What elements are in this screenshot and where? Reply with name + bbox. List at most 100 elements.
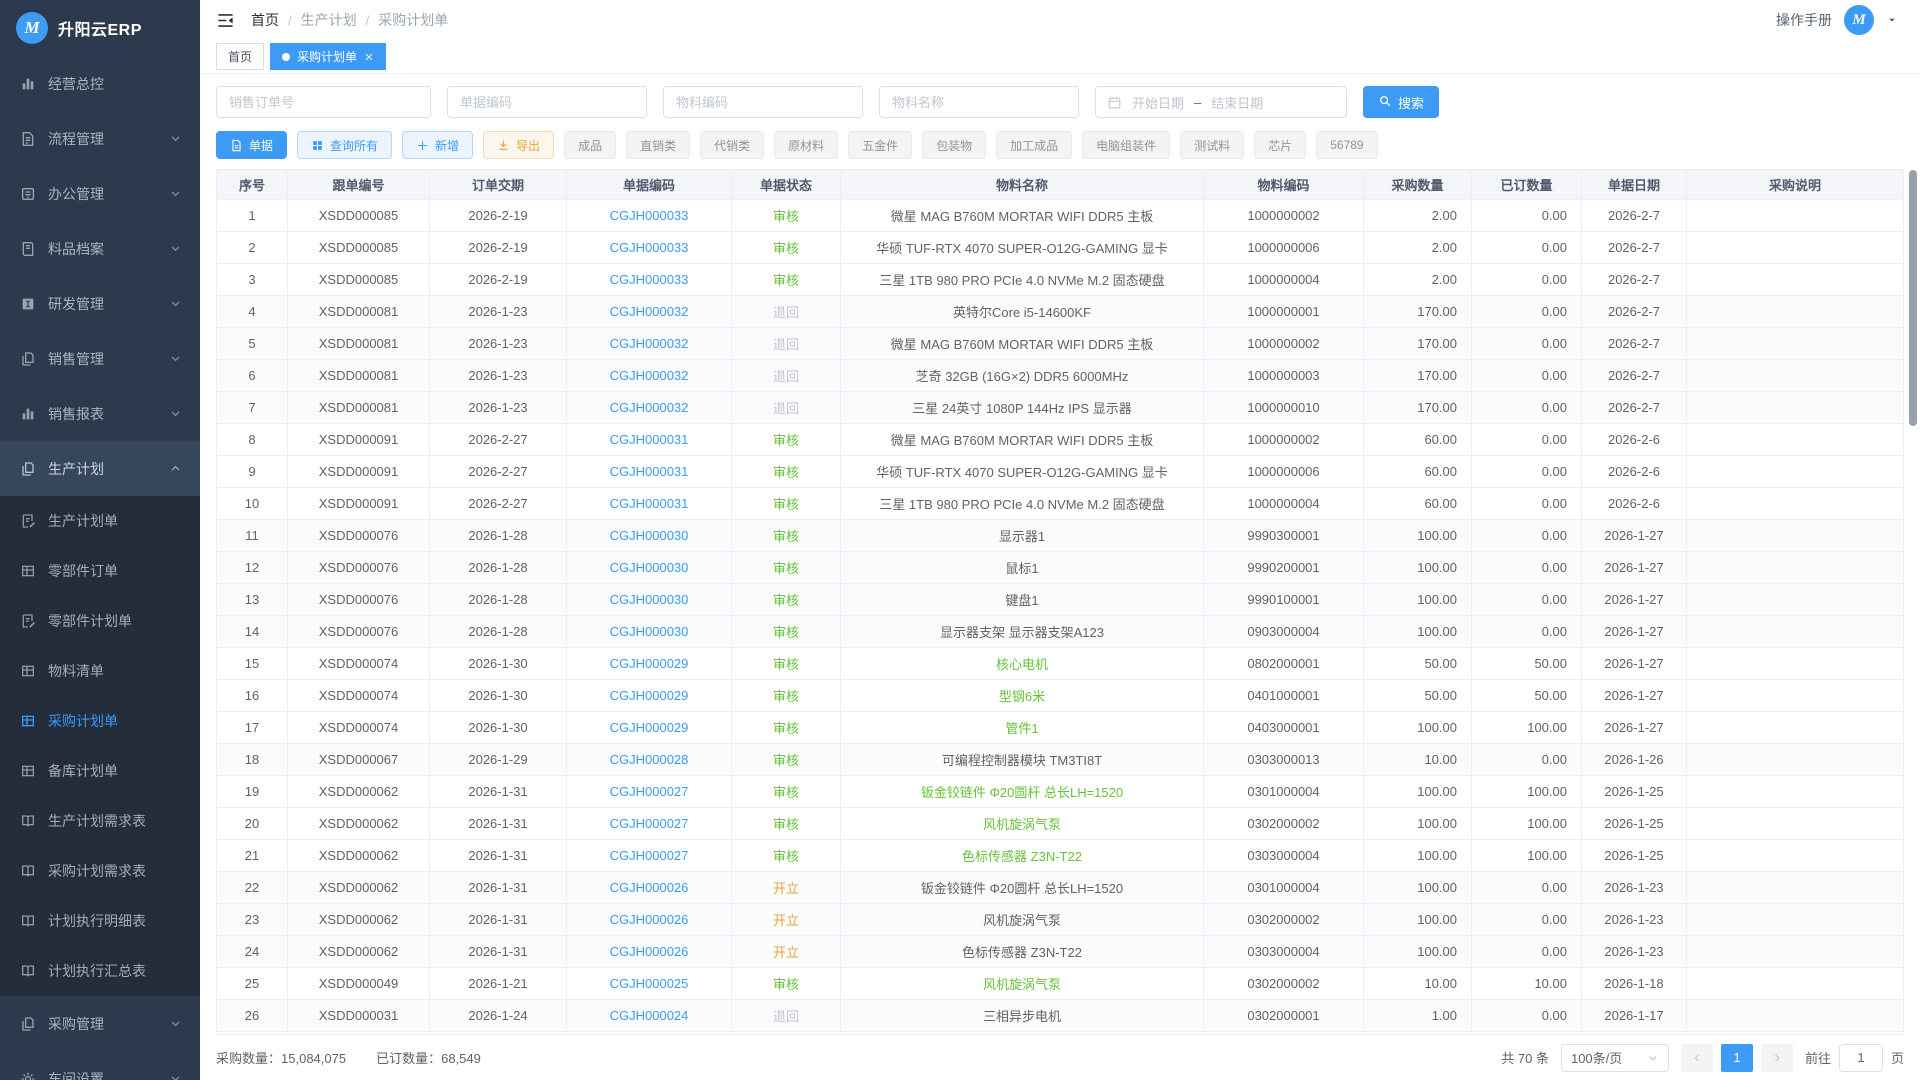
category-56789-button[interactable]: 56789 (1316, 131, 1377, 159)
goto-page-input[interactable] (1839, 1044, 1883, 1072)
doc-code-link[interactable]: CGJH000030 (567, 552, 732, 584)
doc-code-link[interactable]: CGJH000025 (567, 968, 732, 1000)
vertical-scrollbar-thumb[interactable] (1909, 170, 1917, 426)
sidebar-item[interactable]: 销售报表 (0, 386, 200, 441)
cell: 微星 MAG B760M MORTAR WIFI DDR5 主板 (841, 328, 1204, 360)
breadcrumb-item[interactable]: 采购计划单 (378, 10, 448, 30)
material-name-input[interactable] (879, 86, 1079, 118)
doc-code-link[interactable]: CGJH000029 (567, 680, 732, 712)
doc-code-link[interactable]: CGJH000027 (567, 808, 732, 840)
breadcrumb-item[interactable]: 首页 (251, 10, 279, 30)
category-raw-material-button[interactable]: 原材料 (774, 131, 838, 159)
sidebar-subitem[interactable]: 生产计划单 (0, 496, 200, 546)
doc-code-link[interactable]: CGJH000033 (567, 200, 732, 232)
doc-code-link[interactable]: CGJH000029 (567, 712, 732, 744)
category-consignment-button[interactable]: 代销类 (700, 131, 764, 159)
sales-order-no-input[interactable] (216, 86, 431, 118)
doc-code-link[interactable]: CGJH000030 (567, 584, 732, 616)
cell: 2.00 (1364, 200, 1472, 232)
page-1-button[interactable]: 1 (1721, 1044, 1753, 1072)
sidebar-item[interactable]: 研发管理 (0, 276, 200, 331)
sidebar-subitem[interactable]: 计划执行汇总表 (0, 946, 200, 996)
cell: 2 (217, 232, 288, 264)
sidebar-item[interactable]: 经营总控 (0, 56, 200, 111)
category-direct-sale-button[interactable]: 直销类 (626, 131, 690, 159)
doc-code-link[interactable]: CGJH000031 (567, 488, 732, 520)
next-page-button[interactable] (1761, 1044, 1793, 1072)
doc-code-link[interactable]: CGJH000024 (567, 1000, 732, 1032)
table-row: 18XSDD0000672026-1-29CGJH000028审核可编程控制器模… (217, 744, 1904, 776)
sidebar-item[interactable]: 办公管理 (0, 166, 200, 221)
cell: XSDD000074 (288, 680, 430, 712)
doc-code-link[interactable]: CGJH000027 (567, 776, 732, 808)
cell: 华硕 TUF-RTX 4070 SUPER-O12G-GAMING 显卡 (841, 232, 1204, 264)
category-test-material-button[interactable]: 测试料 (1180, 131, 1244, 159)
doc-code-link[interactable]: CGJH000027 (567, 840, 732, 872)
doc-code-link[interactable]: CGJH000032 (567, 392, 732, 424)
tab-active[interactable]: 采购计划单 (270, 43, 386, 70)
doc-code-link[interactable]: CGJH000033 (567, 232, 732, 264)
category-packaging-button[interactable]: 包装物 (922, 131, 986, 159)
cell: 2026-2-7 (1582, 392, 1687, 424)
sidebar-item[interactable]: 生产计划 (0, 441, 200, 496)
menu-fold-icon[interactable] (216, 11, 235, 30)
sidebar-item[interactable]: 料品档案 (0, 221, 200, 276)
sidebar-subitem[interactable]: 物料清单 (0, 646, 200, 696)
doc-code-link[interactable]: CGJH000032 (567, 328, 732, 360)
doc-code-link[interactable]: CGJH000026 (567, 872, 732, 904)
doc-code-input[interactable] (447, 86, 647, 118)
prev-page-button[interactable] (1681, 1044, 1713, 1072)
sidebar-item[interactable]: 车间设置 (0, 1051, 200, 1080)
sidebar-subitem[interactable]: 零部件计划单 (0, 596, 200, 646)
status-badge: 审核 (732, 744, 841, 776)
column-header: 单据状态 (732, 170, 841, 200)
category-chip-button[interactable]: 芯片 (1254, 131, 1306, 159)
category-hardware-button[interactable]: 五金件 (848, 131, 912, 159)
doc-code-link[interactable]: CGJH000030 (567, 616, 732, 648)
breadcrumb-item[interactable]: 生产计划 (301, 10, 357, 30)
doc-code-link[interactable]: CGJH000031 (567, 456, 732, 488)
doc-code-link[interactable]: CGJH000032 (567, 360, 732, 392)
doc-code-link[interactable]: CGJH000026 (567, 904, 732, 936)
material-code-input[interactable] (663, 86, 863, 118)
query-all-button[interactable]: 查询所有 (297, 131, 392, 159)
cell: 2026-1-30 (430, 680, 567, 712)
add-button[interactable]: 新增 (402, 131, 473, 159)
cell: 2026-2-27 (430, 456, 567, 488)
sidebar-item[interactable]: 流程管理 (0, 111, 200, 166)
cell (1687, 744, 1904, 776)
doc-code-link[interactable]: CGJH000030 (567, 520, 732, 552)
export-button[interactable]: 导出 (483, 131, 554, 159)
caret-down-icon[interactable] (1886, 14, 1898, 26)
sidebar-subitem[interactable]: 生产计划需求表 (0, 796, 200, 846)
cell: XSDD000091 (288, 424, 430, 456)
category-finished-goods-button[interactable]: 成品 (564, 131, 616, 159)
sidebar-subitem[interactable]: 采购计划需求表 (0, 846, 200, 896)
cell: 1000000004 (1204, 488, 1364, 520)
sidebar-subitem[interactable]: 计划执行明细表 (0, 896, 200, 946)
doc-code-link[interactable]: CGJH000026 (567, 936, 732, 968)
manual-link[interactable]: 操作手册 (1776, 10, 1832, 30)
avatar[interactable]: M (1844, 5, 1874, 35)
page-size-select[interactable]: 100条/页 (1561, 1044, 1669, 1072)
date-range-picker[interactable]: 开始日期 – 结束日期 (1095, 86, 1347, 118)
start-date-placeholder: 开始日期 (1132, 93, 1184, 112)
tab[interactable]: 首页 (216, 43, 264, 70)
sidebar-item[interactable]: 销售管理 (0, 331, 200, 386)
doc-code-link[interactable]: CGJH000028 (567, 744, 732, 776)
search-button[interactable]: 搜索 (1363, 86, 1439, 118)
cell: 0.00 (1472, 872, 1582, 904)
doc-code-link[interactable]: CGJH000029 (567, 648, 732, 680)
doc-code-link[interactable]: CGJH000033 (567, 264, 732, 296)
sidebar-subitem-active[interactable]: 采购计划单 (0, 696, 200, 746)
close-icon[interactable] (364, 52, 374, 62)
category-processed-goods-button[interactable]: 加工成品 (996, 131, 1072, 159)
category-computer-assembly-button[interactable]: 电脑组装件 (1082, 131, 1170, 159)
sidebar-subitem[interactable]: 备库计划单 (0, 746, 200, 796)
sidebar-subitem[interactable]: 零部件订单 (0, 546, 200, 596)
sidebar-item[interactable]: 采购管理 (0, 996, 200, 1051)
doc-code-link[interactable]: CGJH000032 (567, 296, 732, 328)
doc-code-link[interactable]: CGJH000031 (567, 424, 732, 456)
document-button[interactable]: 单据 (216, 131, 287, 159)
table-row: 4XSDD0000812026-1-23CGJH000032退回英特尔Core … (217, 296, 1904, 328)
